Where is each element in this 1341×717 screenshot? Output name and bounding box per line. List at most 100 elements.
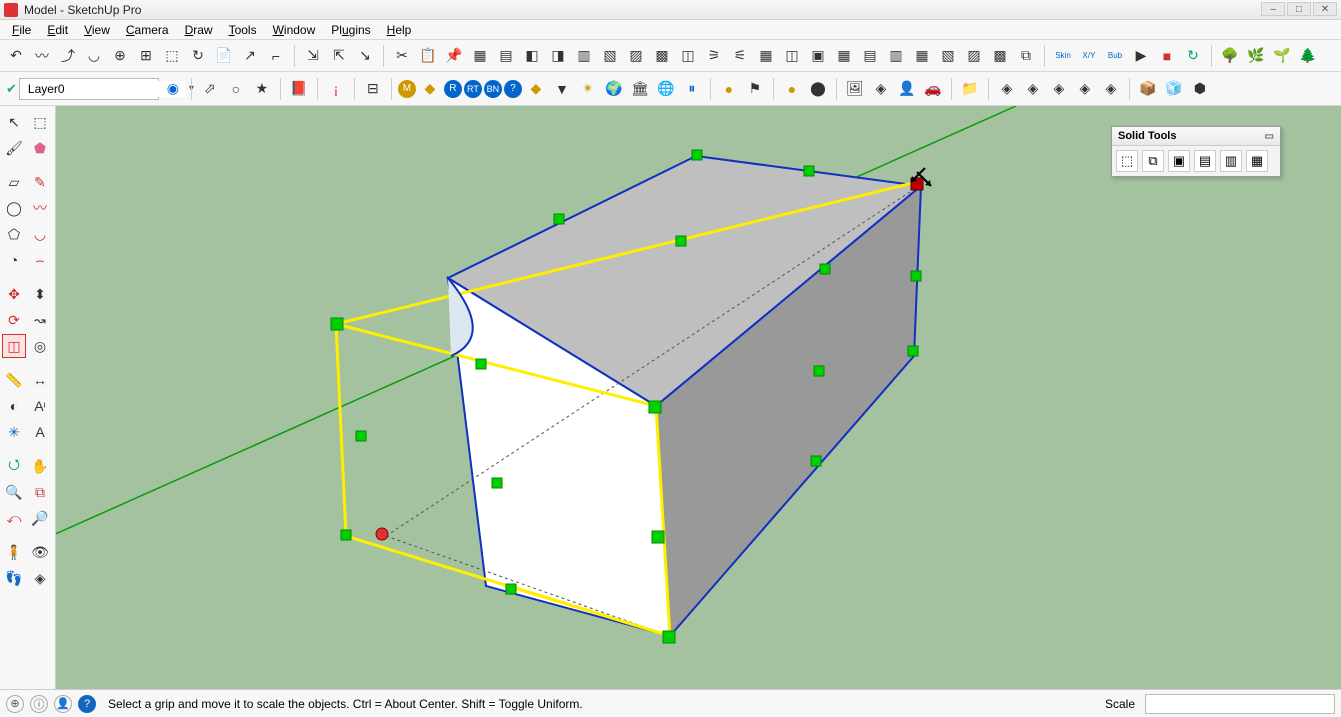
circle-tool[interactable]: ◯ — [2, 196, 26, 220]
menu-file[interactable]: File — [4, 21, 39, 39]
polygon-tool[interactable]: ⬠ — [2, 222, 26, 246]
geo-icon[interactable]: ⊕ — [6, 695, 24, 713]
tool-generic-19[interactable]: ▤ — [494, 44, 518, 68]
followme-tool[interactable]: ↝ — [28, 308, 52, 332]
tool-generic-37[interactable]: ▨ — [962, 44, 986, 68]
panel-titlebar[interactable]: Solid Tools ▭ — [1112, 127, 1280, 146]
layer-selector[interactable]: ▾ — [19, 78, 159, 100]
tool-generic-4[interactable]: ◡ — [82, 44, 106, 68]
menu-draw[interactable]: Draw — [177, 21, 221, 39]
tool-r2-17[interactable]: ● — [780, 77, 804, 101]
tool-generic-36[interactable]: ▧ — [936, 44, 960, 68]
component-tool[interactable]: ⬚ — [28, 110, 52, 134]
tool-generic-23[interactable]: ▧ — [598, 44, 622, 68]
tool-generic-33[interactable]: ▤ — [858, 44, 882, 68]
menu-view[interactable]: View — [76, 21, 118, 39]
tool-r2-15[interactable]: ● — [717, 77, 741, 101]
tool-generic-18[interactable]: ▦ — [468, 44, 492, 68]
tool-generic-27[interactable]: ⚞ — [702, 44, 726, 68]
zoom-extents-tool[interactable]: 🔎 — [28, 506, 52, 530]
menu-plugins[interactable]: Plugins — [323, 21, 378, 39]
solid-tools-panel[interactable]: Solid Tools ▭ ⬚ ⧉ ▣ ▤ ▥ ▦ — [1111, 126, 1281, 177]
tool-r2-3[interactable]: ★ — [250, 77, 274, 101]
menu-window[interactable]: Window — [265, 21, 324, 39]
solid-split[interactable]: ▦ — [1246, 150, 1268, 172]
tool-stop[interactable]: ■ — [1155, 44, 1179, 68]
badge-rt[interactable]: RT — [464, 80, 482, 98]
text-tool[interactable]: Aᶦ — [28, 394, 52, 418]
solid-trim[interactable]: ▥ — [1220, 150, 1242, 172]
tool-r2-11[interactable]: 🌍 — [602, 77, 626, 101]
scale-tool[interactable]: ◫ — [2, 334, 26, 358]
rectangle-tool[interactable]: ▱ — [2, 170, 26, 194]
tool-generic-3[interactable]: ⤴ — [56, 44, 80, 68]
badge-diamond[interactable]: ◆ — [418, 77, 442, 101]
tool-generic-28[interactable]: ⚟ — [728, 44, 752, 68]
menu-camera[interactable]: Camera — [118, 21, 177, 39]
dimension-tool[interactable]: ↔ — [28, 368, 52, 392]
offset-tool[interactable]: ◎ — [28, 334, 52, 358]
tool-bub[interactable]: Bub — [1103, 44, 1127, 68]
menu-help[interactable]: Help — [379, 21, 420, 39]
tool-r2-28[interactable]: ◈ — [1099, 77, 1123, 101]
tool-r2-25[interactable]: ◈ — [1021, 77, 1045, 101]
tool-r2-6[interactable]: ⊟ — [361, 77, 385, 101]
3dtext-tool[interactable]: A — [28, 420, 52, 444]
tool-r2-8[interactable]: ◆ — [524, 77, 548, 101]
tape-tool[interactable]: 📏 — [2, 368, 26, 392]
zoom-tool[interactable]: 🔍 — [2, 480, 26, 504]
tool-xy[interactable]: X/Y — [1077, 44, 1101, 68]
measurement-input[interactable] — [1145, 694, 1335, 714]
menu-tools[interactable]: Tools — [221, 21, 265, 39]
tool-generic-14[interactable]: ↘ — [353, 44, 377, 68]
tool-r2-12[interactable]: 🏛 — [628, 77, 652, 101]
rotate-tool[interactable]: ⟳ — [2, 308, 26, 332]
solid-subtract[interactable]: ▤ — [1194, 150, 1216, 172]
tool-r2-13[interactable]: 🌐 — [654, 77, 678, 101]
tool-r2-21[interactable]: 👤 — [895, 77, 919, 101]
tool-generic-5[interactable]: ⊕ — [108, 44, 132, 68]
tool-r2-31[interactable]: ⬢ — [1188, 77, 1212, 101]
help-icon[interactable]: ? — [78, 695, 96, 713]
tool-r2-4[interactable]: 📕 — [287, 77, 311, 101]
tool-r2-24[interactable]: ◈ — [995, 77, 1019, 101]
tool-refresh[interactable]: ↻ — [1181, 44, 1205, 68]
look-tool[interactable]: 👁 — [28, 540, 52, 564]
tool-r2-26[interactable]: ◈ — [1047, 77, 1071, 101]
tool-generic-24[interactable]: ▨ — [624, 44, 648, 68]
tool-generic-13[interactable]: ⇱ — [327, 44, 351, 68]
tool-generic-20[interactable]: ◧ — [520, 44, 544, 68]
tool-r2-22[interactable]: 🚗 — [921, 77, 945, 101]
zoom-window-tool[interactable]: ⧉ — [28, 480, 52, 504]
tool-generic-30[interactable]: ◫ — [780, 44, 804, 68]
tool-generic-22[interactable]: ▥ — [572, 44, 596, 68]
pan-tool[interactable]: ✋ — [28, 454, 52, 478]
tool-generic-12[interactable]: ⇲ — [301, 44, 325, 68]
tool-generic-31[interactable]: ▣ — [806, 44, 830, 68]
tool-generic-6[interactable]: ⊞ — [134, 44, 158, 68]
tool-r2-1[interactable]: ⬀ — [198, 77, 222, 101]
curve-tool[interactable]: ⌢ — [28, 248, 52, 272]
tool-r2-9[interactable]: ▼ — [550, 77, 574, 101]
badge-m[interactable]: M — [398, 80, 416, 98]
eraser-tool[interactable]: ⬟ — [28, 136, 52, 160]
user-icon[interactable]: 👤 — [54, 695, 72, 713]
tool-r2-18[interactable]: ⬤ — [806, 77, 830, 101]
tool-generic-7[interactable]: ⬚ — [160, 44, 184, 68]
solid-intersect[interactable]: ⧉ — [1142, 150, 1164, 172]
badge-bn[interactable]: BN — [484, 80, 502, 98]
tree2-icon[interactable]: 🌲 — [1296, 44, 1320, 68]
tool-r2-14[interactable]: ⏸ — [680, 77, 704, 101]
layer-manager-icon[interactable]: ◉ — [161, 77, 185, 101]
paint-tool[interactable]: 🖌 — [2, 136, 26, 160]
tool-generic-2[interactable]: 〰 — [30, 44, 54, 68]
pushpull-tool[interactable]: ⬍ — [28, 282, 52, 306]
tool-r2-16[interactable]: ⚑ — [743, 77, 767, 101]
tool-generic-1[interactable]: ↶ — [4, 44, 28, 68]
walk-tool[interactable]: 👣 — [2, 566, 26, 590]
tool-r2-27[interactable]: ◈ — [1073, 77, 1097, 101]
viewport-3d[interactable]: Solid Tools ▭ ⬚ ⧉ ▣ ▤ ▥ ▦ — [56, 106, 1341, 689]
tool-skin[interactable]: Skin — [1051, 44, 1075, 68]
solid-outer-shell[interactable]: ⬚ — [1116, 150, 1138, 172]
freehand-tool[interactable]: 〰 — [28, 196, 52, 220]
